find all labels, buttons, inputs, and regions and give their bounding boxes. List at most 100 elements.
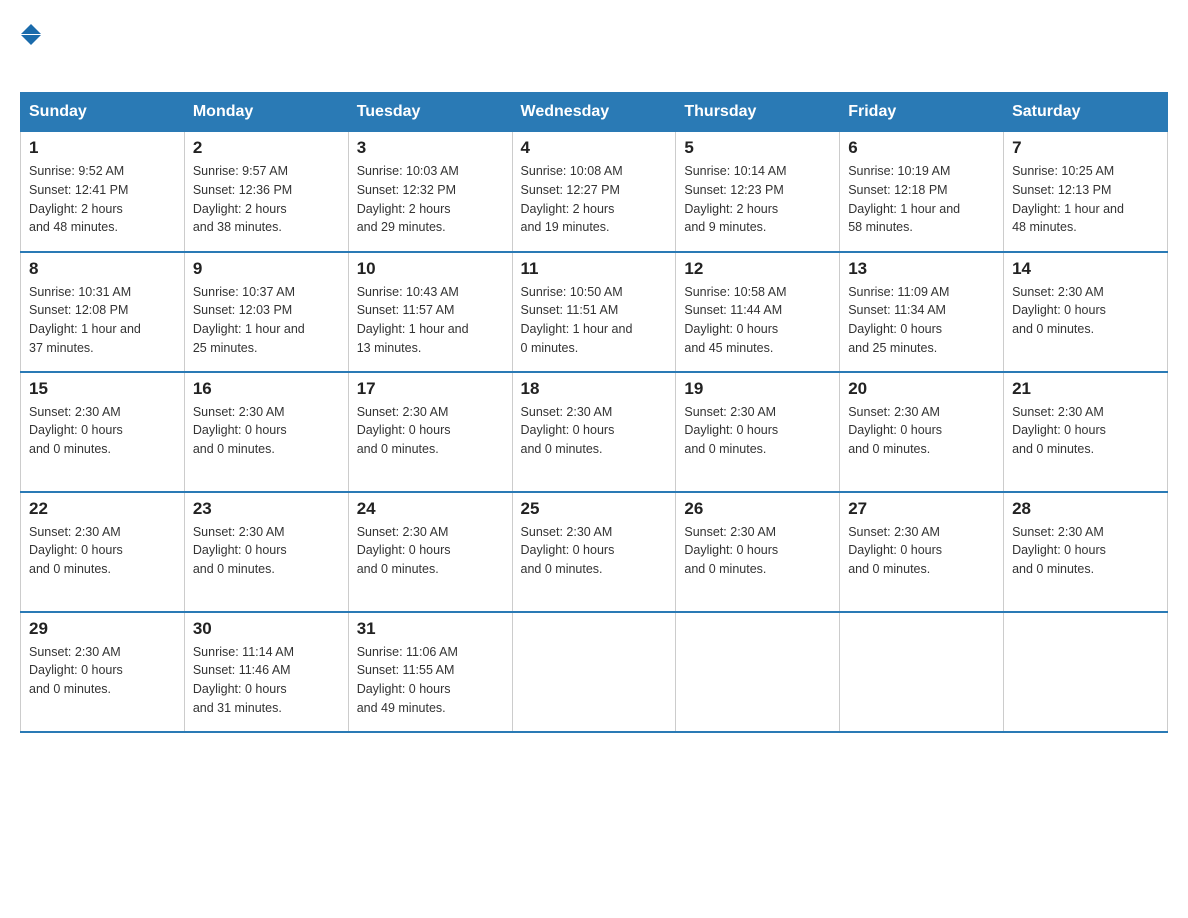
day-number: 25 [521, 499, 668, 519]
day-info: Sunset: 2:30 AM Daylight: 0 hours and 0 … [521, 523, 668, 579]
logo [20, 20, 42, 72]
day-number: 22 [29, 499, 176, 519]
table-row: 4 Sunrise: 10:08 AM Sunset: 12:27 PM Dayl… [512, 132, 676, 252]
table-row: 1 Sunrise: 9:52 AM Sunset: 12:41 PM Dayli… [21, 132, 185, 252]
day-info: Sunset: 2:30 AM Daylight: 0 hours and 0 … [357, 523, 504, 579]
table-row: 23Sunset: 2:30 AM Daylight: 0 hours and … [184, 492, 348, 612]
day-number: 27 [848, 499, 995, 519]
day-info: Sunset: 2:30 AM Daylight: 0 hours and 0 … [1012, 403, 1159, 459]
day-info: Sunrise: 10:03 AM Sunset: 12:32 PM Dayli… [357, 162, 504, 237]
table-row: 7 Sunrise: 10:25 AM Sunset: 12:13 PM Dayl… [1004, 132, 1168, 252]
day-number: 23 [193, 499, 340, 519]
day-number: 16 [193, 379, 340, 399]
day-info: Sunrise: 10:58 AM Sunset: 11:44 AM Dayli… [684, 283, 831, 358]
day-number: 19 [684, 379, 831, 399]
day-info: Sunrise: 11:14 AM Sunset: 11:46 AM Dayli… [193, 643, 340, 718]
day-number: 20 [848, 379, 995, 399]
day-info: Sunrise: 10:25 AM Sunset: 12:13 PM Dayli… [1012, 162, 1159, 237]
day-info: Sunrise: 10:08 AM Sunset: 12:27 PM Dayli… [521, 162, 668, 237]
day-number: 7 [1012, 138, 1159, 158]
day-number: 2 [193, 138, 340, 158]
day-info: Sunset: 2:30 AM Daylight: 0 hours and 0 … [29, 403, 176, 459]
day-info: Sunrise: 11:09 AM Sunset: 11:34 AM Dayli… [848, 283, 995, 358]
day-number: 5 [684, 138, 831, 158]
table-row: 14 Sunset: 2:30 AM Daylight: 0 hours and … [1004, 252, 1168, 372]
day-info: Sunset: 2:30 AM Daylight: 0 hours and 0 … [684, 403, 831, 459]
table-row: 6 Sunrise: 10:19 AM Sunset: 12:18 PM Dayl… [840, 132, 1004, 252]
calendar-week-row: 8 Sunrise: 10:31 AM Sunset: 12:08 PM Dayl… [21, 252, 1168, 372]
day-number: 4 [521, 138, 668, 158]
table-row: 30 Sunrise: 11:14 AM Sunset: 11:46 AM Day… [184, 612, 348, 732]
table-row: 25 Sunset: 2:30 AM Daylight: 0 hours and … [512, 492, 676, 612]
table-row: 3 Sunrise: 10:03 AM Sunset: 12:32 PM Dayl… [348, 132, 512, 252]
header-row: Sunday Monday Tuesday Wednesday Thursday… [21, 93, 1168, 132]
table-row: 2 Sunrise: 9:57 AM Sunset: 12:36 PM Dayli… [184, 132, 348, 252]
day-info: Sunset: 2:30 AM Daylight: 0 hours and 0 … [521, 403, 668, 459]
calendar-week-row: 29Sunset: 2:30 AM Daylight: 0 hours and … [21, 612, 1168, 732]
col-wednesday: Wednesday [512, 93, 676, 132]
day-info: Sunrise: 10:14 AM Sunset: 12:23 PM Dayli… [684, 162, 831, 237]
table-row: 31 Sunrise: 11:06 AM Sunset: 11:55 AM Day… [348, 612, 512, 732]
table-row: 27Sunset: 2:30 AM Daylight: 0 hours and … [840, 492, 1004, 612]
table-row [512, 612, 676, 732]
day-info: Sunset: 2:30 AM Daylight: 0 hours and 0 … [1012, 283, 1159, 339]
table-row: 28 Sunset: 2:30 AM Daylight: 0 hours and … [1004, 492, 1168, 612]
table-row [840, 612, 1004, 732]
day-number: 9 [193, 259, 340, 279]
logo-triangle-icon [21, 24, 41, 34]
day-number: 18 [521, 379, 668, 399]
day-info: Sunset: 2:30 AM Daylight: 0 hours and 0 … [357, 403, 504, 459]
day-info: Sunset: 2:30 AM Daylight: 0 hours and 0 … [684, 523, 831, 579]
day-info: Sunrise: 11:06 AM Sunset: 11:55 AM Dayli… [357, 643, 504, 718]
table-row: 15 Sunset: 2:30 AM Daylight: 0 hours and … [21, 372, 185, 492]
calendar-week-row: 22 Sunset: 2:30 AM Daylight: 0 hours and … [21, 492, 1168, 612]
table-row: 17Sunset: 2:30 AM Daylight: 0 hours and … [348, 372, 512, 492]
col-saturday: Saturday [1004, 93, 1168, 132]
day-info: Sunrise: 10:31 AM Sunset: 12:08 PM Dayli… [29, 283, 176, 358]
day-number: 24 [357, 499, 504, 519]
day-info: Sunrise: 10:19 AM Sunset: 12:18 PM Dayli… [848, 162, 995, 237]
day-info: Sunrise: 9:57 AM Sunset: 12:36 PM Daylig… [193, 162, 340, 237]
day-number: 8 [29, 259, 176, 279]
day-number: 12 [684, 259, 831, 279]
col-sunday: Sunday [21, 93, 185, 132]
table-row [676, 612, 840, 732]
table-row: 18 Sunset: 2:30 AM Daylight: 0 hours and … [512, 372, 676, 492]
table-row: 10 Sunrise: 10:43 AM Sunset: 11:57 AM Day… [348, 252, 512, 372]
day-info: Sunset: 2:30 AM Daylight: 0 hours and 0 … [1012, 523, 1159, 579]
logo-triangle2-icon [21, 35, 41, 45]
table-row: 5 Sunrise: 10:14 AM Sunset: 12:23 PM Dayl… [676, 132, 840, 252]
day-number: 30 [193, 619, 340, 639]
table-row: 16 Sunset: 2:30 AM Daylight: 0 hours and … [184, 372, 348, 492]
table-row: 19 Sunset: 2:30 AM Daylight: 0 hours and … [676, 372, 840, 492]
day-info: Sunrise: 9:52 AM Sunset: 12:41 PM Daylig… [29, 162, 176, 237]
day-info: Sunrise: 10:37 AM Sunset: 12:03 PM Dayli… [193, 283, 340, 358]
day-info: Sunset: 2:30 AM Daylight: 0 hours and 0 … [848, 403, 995, 459]
day-number: 3 [357, 138, 504, 158]
day-number: 15 [29, 379, 176, 399]
col-thursday: Thursday [676, 93, 840, 132]
day-number: 14 [1012, 259, 1159, 279]
day-number: 6 [848, 138, 995, 158]
day-number: 21 [1012, 379, 1159, 399]
table-row: 24 Sunset: 2:30 AM Daylight: 0 hours and … [348, 492, 512, 612]
day-info: Sunset: 2:30 AM Daylight: 0 hours and 0 … [193, 403, 340, 459]
table-row: 20 Sunset: 2:30 AM Daylight: 0 hours and … [840, 372, 1004, 492]
table-row: 9 Sunrise: 10:37 AM Sunset: 12:03 PM Dayl… [184, 252, 348, 372]
day-number: 10 [357, 259, 504, 279]
col-tuesday: Tuesday [348, 93, 512, 132]
col-friday: Friday [840, 93, 1004, 132]
table-row: 29Sunset: 2:30 AM Daylight: 0 hours and … [21, 612, 185, 732]
day-number: 11 [521, 259, 668, 279]
table-row: 26Sunset: 2:30 AM Daylight: 0 hours and … [676, 492, 840, 612]
day-number: 1 [29, 138, 176, 158]
table-row [1004, 612, 1168, 732]
table-row: 12 Sunrise: 10:58 AM Sunset: 11:44 AM Day… [676, 252, 840, 372]
col-monday: Monday [184, 93, 348, 132]
day-number: 13 [848, 259, 995, 279]
day-info: Sunrise: 10:43 AM Sunset: 11:57 AM Dayli… [357, 283, 504, 358]
calendar-week-row: 1 Sunrise: 9:52 AM Sunset: 12:41 PM Dayli… [21, 132, 1168, 252]
day-number: 28 [1012, 499, 1159, 519]
day-number: 31 [357, 619, 504, 639]
calendar-week-row: 15 Sunset: 2:30 AM Daylight: 0 hours and … [21, 372, 1168, 492]
